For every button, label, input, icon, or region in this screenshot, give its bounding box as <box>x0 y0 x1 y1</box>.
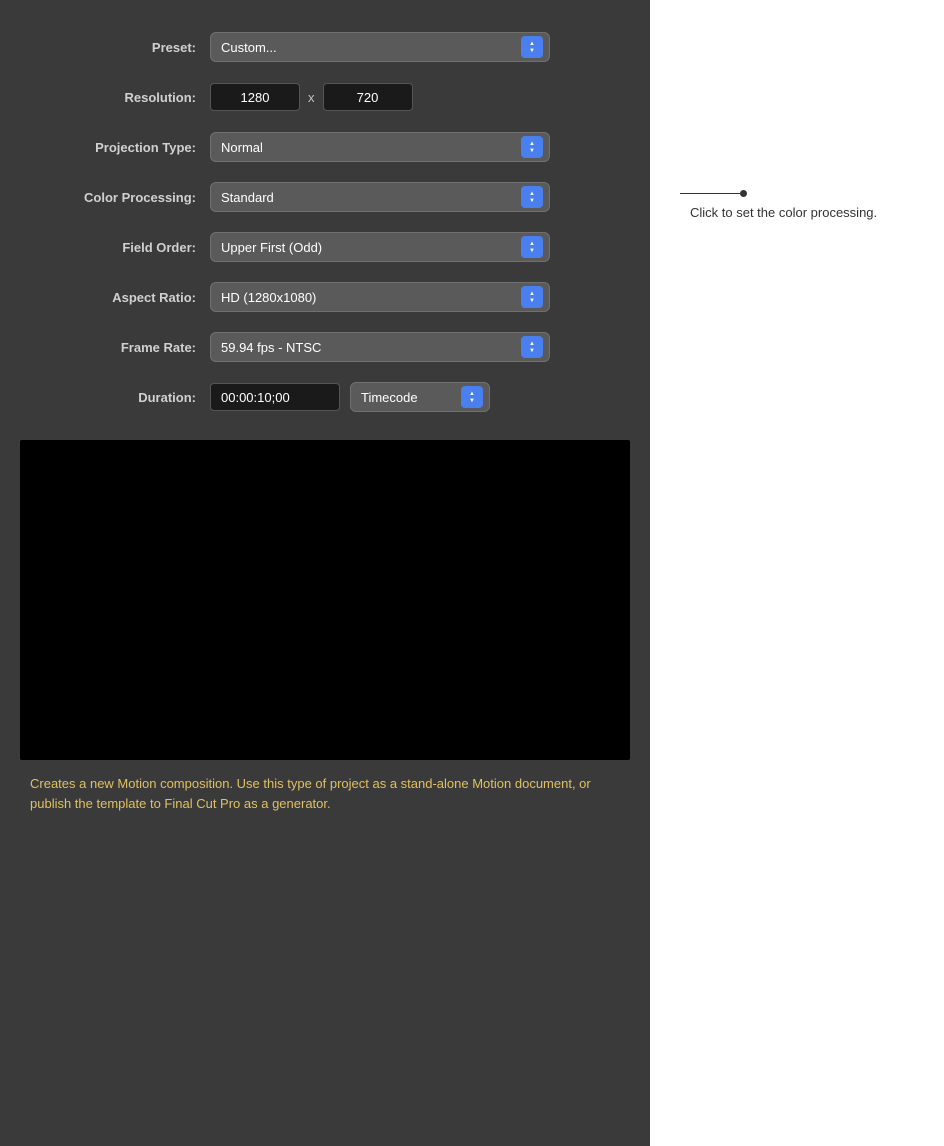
field-order-label: Field Order: <box>20 240 210 255</box>
preset-label: Preset: <box>20 40 210 55</box>
duration-value-input[interactable] <box>210 383 340 411</box>
frame-rate-row: Frame Rate: 59.94 fps - NTSC <box>20 330 630 364</box>
timecode-stepper[interactable] <box>461 386 483 408</box>
frame-rate-value: 59.94 fps - NTSC <box>221 340 521 355</box>
color-processing-value: Standard <box>221 190 521 205</box>
duration-inputs: Timecode <box>210 382 630 412</box>
timecode-chevron-icon <box>469 391 475 404</box>
preset-chevron-icon <box>529 41 535 54</box>
duration-control: Timecode <box>210 382 630 412</box>
field-order-control: Upper First (Odd) <box>210 232 630 262</box>
field-order-value: Upper First (Odd) <box>221 240 521 255</box>
projection-type-stepper[interactable] <box>521 136 543 158</box>
frame-rate-control: 59.94 fps - NTSC <box>210 332 630 362</box>
field-order-chevron-icon <box>529 241 535 254</box>
projection-type-value: Normal <box>221 140 521 155</box>
form-section: Preset: Custom... Resolution: x <box>20 30 630 414</box>
preset-stepper[interactable] <box>521 36 543 58</box>
color-processing-label: Color Processing: <box>20 190 210 205</box>
callout-connector <box>680 190 924 197</box>
callout-line <box>680 193 740 194</box>
color-processing-row: Color Processing: Standard <box>20 180 630 214</box>
resolution-separator: x <box>308 90 315 105</box>
right-panel: Click to set the color processing. <box>650 0 944 1146</box>
preset-control: Custom... <box>210 32 630 62</box>
resolution-width-input[interactable] <box>210 83 300 111</box>
color-processing-chevron-icon <box>529 191 535 204</box>
color-processing-control: Standard <box>210 182 630 212</box>
resolution-height-input[interactable] <box>323 83 413 111</box>
frame-rate-label: Frame Rate: <box>20 340 210 355</box>
settings-panel: Preset: Custom... Resolution: x <box>0 0 650 1146</box>
preset-value: Custom... <box>221 40 521 55</box>
field-order-dropdown[interactable]: Upper First (Odd) <box>210 232 550 262</box>
projection-type-label: Projection Type: <box>20 140 210 155</box>
resolution-row: Resolution: x <box>20 80 630 114</box>
timecode-dropdown[interactable]: Timecode <box>350 382 490 412</box>
timecode-value: Timecode <box>361 390 461 405</box>
duration-row: Duration: Timecode <box>20 380 630 414</box>
aspect-ratio-control: HD (1280x1080) <box>210 282 630 312</box>
projection-type-dropdown[interactable]: Normal <box>210 132 550 162</box>
preset-dropdown[interactable]: Custom... <box>210 32 550 62</box>
duration-label: Duration: <box>20 390 210 405</box>
callout-text: Click to set the color processing. <box>690 203 920 223</box>
color-processing-stepper[interactable] <box>521 186 543 208</box>
frame-rate-dropdown[interactable]: 59.94 fps - NTSC <box>210 332 550 362</box>
preset-row: Preset: Custom... <box>20 30 630 64</box>
frame-rate-stepper[interactable] <box>521 336 543 358</box>
aspect-ratio-label: Aspect Ratio: <box>20 290 210 305</box>
projection-type-row: Projection Type: Normal <box>20 130 630 164</box>
resolution-control: x <box>210 83 630 111</box>
preview-canvas <box>20 440 630 760</box>
frame-rate-chevron-icon <box>529 341 535 354</box>
field-order-stepper[interactable] <box>521 236 543 258</box>
projection-type-chevron-icon <box>529 141 535 154</box>
projection-type-control: Normal <box>210 132 630 162</box>
resolution-inputs: x <box>210 83 630 111</box>
callout-dot <box>740 190 747 197</box>
aspect-ratio-chevron-icon <box>529 291 535 304</box>
field-order-row: Field Order: Upper First (Odd) <box>20 230 630 264</box>
resolution-label: Resolution: <box>20 90 210 105</box>
aspect-ratio-stepper[interactable] <box>521 286 543 308</box>
aspect-ratio-value: HD (1280x1080) <box>221 290 521 305</box>
color-processing-dropdown[interactable]: Standard <box>210 182 550 212</box>
aspect-ratio-dropdown[interactable]: HD (1280x1080) <box>210 282 550 312</box>
description-text: Creates a new Motion composition. Use th… <box>20 774 630 813</box>
aspect-ratio-row: Aspect Ratio: HD (1280x1080) <box>20 280 630 314</box>
